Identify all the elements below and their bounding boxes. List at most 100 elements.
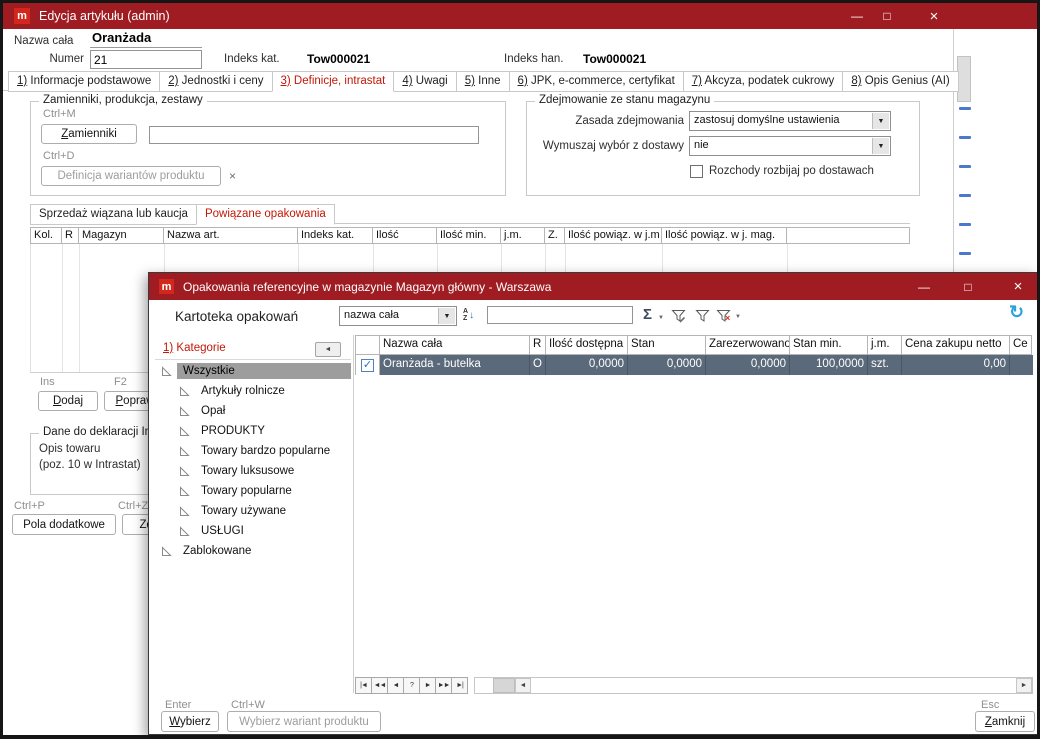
wybierz-button[interactable]: Wybierz xyxy=(161,711,219,732)
tree-item-zablokowane[interactable]: Zablokowane xyxy=(155,541,351,561)
col-kol[interactable]: Kol. xyxy=(30,227,62,244)
col-ilosc[interactable]: Ilość xyxy=(373,227,437,244)
col-stan[interactable]: Stan xyxy=(628,335,706,355)
col-ilosc-min[interactable]: Ilość min. xyxy=(437,227,501,244)
filter-edit-icon[interactable] xyxy=(671,309,686,323)
nav-next-page-button[interactable]: ►► xyxy=(435,677,452,694)
wybierz-wariant-button[interactable]: Wybierz wariant produktu xyxy=(227,711,381,732)
tab-uwagi[interactable]: 4) Uwagi xyxy=(393,71,456,92)
tab-jpk-ecommerce-certyfikat[interactable]: 6) JPK, e-commerce, certyfikat xyxy=(509,71,684,92)
tree-item-wszystkie[interactable]: Wszystkie xyxy=(155,361,351,381)
nav-next-button[interactable]: ► xyxy=(419,677,436,694)
col-zarezerwowano[interactable]: Zarezerwowano xyxy=(706,335,790,355)
tab-definicje-intrastat[interactable]: 3) Definicje, intrastat xyxy=(272,71,395,92)
zamknij-button[interactable]: Zamknij xyxy=(975,711,1035,732)
rozchody-checkbox[interactable] xyxy=(690,165,703,178)
dodaj-button[interactable]: Dodaj xyxy=(38,391,98,411)
packaging-grid-header: Nazwa cała R Ilość dostępna Stan Zarezer… xyxy=(355,335,1033,355)
hscroll-right-button[interactable]: ► xyxy=(1016,678,1032,693)
filter-menu-chevron-icon[interactable]: ▼ xyxy=(735,314,741,320)
col-select[interactable] xyxy=(355,335,380,355)
tab-opis-genius-ai[interactable]: 8) Opis Genius (AI) xyxy=(842,71,958,92)
chevron-down-icon[interactable]: ▼ xyxy=(438,308,455,324)
tree-item-towary-uzywane[interactable]: Towary używane xyxy=(155,501,351,521)
sum-menu-chevron-icon[interactable]: ▼ xyxy=(658,315,664,321)
tree-item-opal[interactable]: Opał xyxy=(155,401,351,421)
search-input[interactable] xyxy=(487,306,633,324)
col-cena-zakupu-netto[interactable]: Cena zakupu netto xyxy=(902,335,1010,355)
tree-item-uslugi[interactable]: USŁUGI xyxy=(155,521,351,541)
zamienniki-button[interactable]: Zamienniki xyxy=(41,124,137,144)
nav-prev-button[interactable]: ◄ xyxy=(387,677,404,694)
hscroll-thumb[interactable] xyxy=(493,678,515,693)
horizontal-scrollbar[interactable]: ◄ ► xyxy=(474,677,1033,694)
tab-jednostki-i-ceny[interactable]: 2) Jednostki i ceny xyxy=(159,71,272,92)
col-nazwa-cala[interactable]: Nazwa cała xyxy=(380,335,530,355)
dialog-minimize-button[interactable]: — xyxy=(909,273,939,300)
tab-inne[interactable]: 5) Inne xyxy=(456,71,510,92)
record-nav-marker[interactable] xyxy=(959,223,971,226)
sum-icon[interactable]: Σ xyxy=(643,306,652,323)
zamienniki-input[interactable] xyxy=(149,126,479,144)
filter-clear-icon[interactable]: × xyxy=(716,309,731,323)
definicja-wariantow-button[interactable]: Definicja wariantów produktu xyxy=(41,166,221,186)
tab-informacje-podstawowe[interactable]: 1) Informacje podstawowe xyxy=(8,71,160,92)
filter-icon[interactable] xyxy=(695,309,710,323)
scrollbar-thumb[interactable] xyxy=(957,56,971,102)
category-icon xyxy=(179,486,190,497)
close-button[interactable]: × xyxy=(914,3,954,29)
record-nav-marker[interactable] xyxy=(959,165,971,168)
sort-az-icon[interactable]: AZ ↓ xyxy=(463,308,474,322)
tree-item-produkty[interactable]: PRODUKTY xyxy=(155,421,351,441)
chevron-down-icon[interactable]: ▼ xyxy=(872,138,889,154)
col-z[interactable]: Z. xyxy=(545,227,565,244)
col-nazwa-art[interactable]: Nazwa art. xyxy=(164,227,298,244)
wymuszaj-wybor-select[interactable]: nie ▼ xyxy=(689,136,891,156)
record-nav-marker[interactable] xyxy=(959,136,971,139)
col-indeks-kat[interactable]: Indeks kat. xyxy=(298,227,373,244)
col-ilosc-powiaz-jmag[interactable]: Ilość powiąz. w j. mag. xyxy=(662,227,787,244)
col-ilosc-dostepna[interactable]: Ilość dostępna xyxy=(546,335,628,355)
nav-last-button[interactable]: ►| xyxy=(451,677,468,694)
col-r[interactable]: R xyxy=(530,335,546,355)
tree-item-towary-luksusowe[interactable]: Towary luksusowe xyxy=(155,461,351,481)
indeks-han-label: Indeks han. xyxy=(504,53,563,65)
col-r[interactable]: R xyxy=(62,227,79,244)
zasada-zdejmowania-select[interactable]: zastosuj domyślne ustawienia ▼ xyxy=(689,111,891,131)
col-cut[interactable]: Ce xyxy=(1010,335,1032,355)
filter-field-select[interactable]: nazwa cała ▼ xyxy=(339,306,457,326)
zasada-zdejmowania-value: zastosuj domyślne ustawienia xyxy=(694,114,840,126)
row-checkbox-cell[interactable]: ✓ xyxy=(355,355,380,375)
col-stan-min[interactable]: Stan min. xyxy=(790,335,868,355)
dialog-maximize-button[interactable]: □ xyxy=(953,273,983,300)
refresh-icon[interactable]: ↻ xyxy=(1009,302,1024,323)
col-ilosc-powiaz-jm[interactable]: Ilość powiąz. w j.m xyxy=(565,227,662,244)
maximize-button[interactable]: □ xyxy=(872,3,902,29)
minimize-button[interactable]: — xyxy=(842,3,872,29)
tree-item-towary-popularne[interactable]: Towary popularne xyxy=(155,481,351,501)
record-nav-marker[interactable] xyxy=(959,194,971,197)
tab-akcyza-podatek-cukrowy[interactable]: 7) Akcyza, podatek cukrowy xyxy=(683,71,844,92)
tree-item-towary-bardzo-popularne[interactable]: Towary bardzo popularne xyxy=(155,441,351,461)
record-nav-marker[interactable] xyxy=(959,107,971,110)
col-jm[interactable]: j.m. xyxy=(501,227,545,244)
tree-item-artykuly-rolnicze[interactable]: Artykuły rolnicze xyxy=(155,381,351,401)
pola-dodatkowe-button[interactable]: Pola dodatkowe xyxy=(12,514,116,535)
tab-kategorie[interactable]: 1) Kategorie xyxy=(163,342,226,354)
col-magazyn[interactable]: Magazyn xyxy=(79,227,164,244)
nav-prev-page-button[interactable]: ◄◄ xyxy=(371,677,388,694)
subtab-powiazane-opakowania[interactable]: Powiązane opakowania xyxy=(196,204,335,225)
record-nav-marker[interactable] xyxy=(959,252,971,255)
chevron-down-icon[interactable]: ▼ xyxy=(872,113,889,129)
record-navigator: |◄ ◄◄ ◄ ? ► ►► ►| xyxy=(355,677,467,694)
hscroll-left-button[interactable]: ◄ xyxy=(515,678,531,693)
collapse-panel-button[interactable]: ◄ xyxy=(315,342,341,357)
dialog-close-button[interactable]: × xyxy=(1001,273,1035,300)
subtab-sprzedaz-wiazana[interactable]: Sprzedaż wiązana lub kaucja xyxy=(30,204,197,225)
row-checkbox[interactable]: ✓ xyxy=(361,359,374,372)
nav-search-button[interactable]: ? xyxy=(403,677,420,694)
col-jm[interactable]: j.m. xyxy=(868,335,902,355)
table-row-selected[interactable]: ✓ Oranżada - butelka O 0,0000 0,0000 0,0… xyxy=(355,355,1033,375)
numer-input[interactable] xyxy=(90,50,202,69)
nav-first-button[interactable]: |◄ xyxy=(355,677,372,694)
